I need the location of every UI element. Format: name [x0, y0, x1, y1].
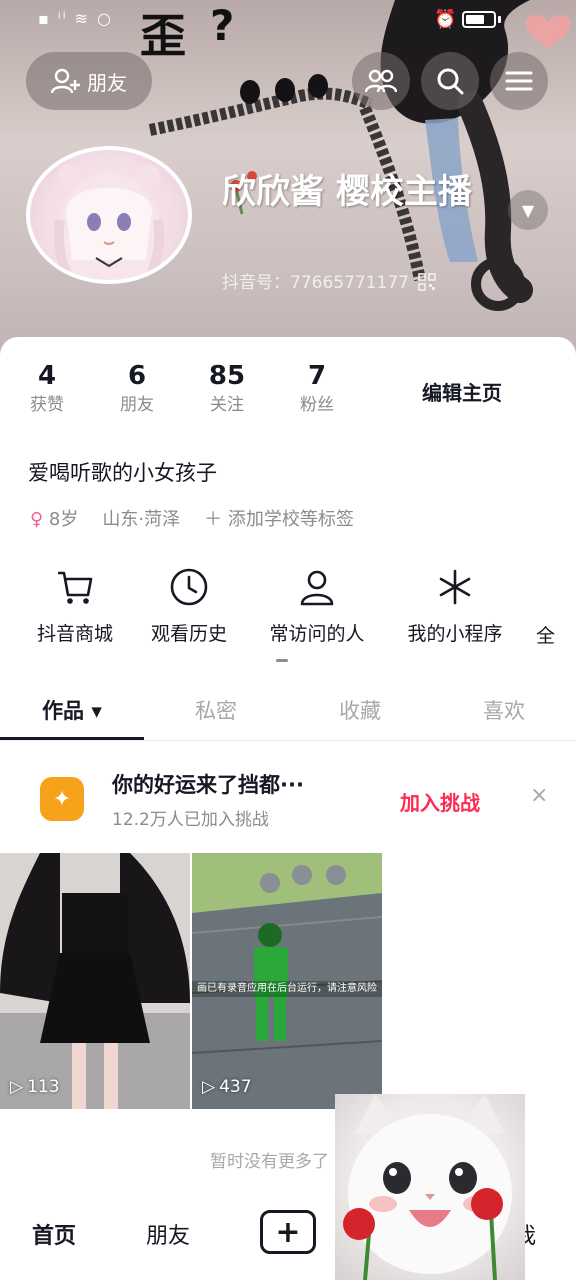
search-button[interactable] — [421, 52, 479, 110]
plus-icon: + — [275, 1214, 301, 1250]
stat-friends-label: 朋友 — [120, 395, 154, 415]
age-text: 8岁 — [48, 509, 79, 530]
play-count-value: 437 — [219, 1077, 252, 1097]
no-more-content-text: 暂时没有更多了 — [210, 1152, 329, 1172]
plus-icon: ＋ — [204, 509, 223, 530]
add-friend-button[interactable]: 朋友 — [26, 52, 152, 110]
douyin-id[interactable]: 抖音号：77665771177 — [222, 268, 437, 293]
tab-works[interactable]: 作品 ▾ — [0, 695, 144, 725]
add-friend-label: 朋友 — [87, 70, 127, 95]
clock-icon — [170, 568, 208, 606]
sparkle-icon — [439, 569, 471, 605]
play-count-value: 113 — [27, 1077, 60, 1097]
tab-favorites[interactable]: 收藏 — [288, 695, 432, 725]
avatar[interactable] — [26, 146, 192, 284]
chevron-down-icon: ▼ — [521, 200, 535, 220]
stat-followers-value: 7 — [307, 361, 327, 391]
gender-age-tag: ♀ 8岁 — [30, 505, 78, 531]
people-icon — [365, 69, 397, 93]
battery-level — [466, 15, 484, 24]
services-row: 抖音商城 观看历史 常访问的人 我的小程序 全 — [0, 567, 576, 667]
qr-code-icon[interactable] — [418, 273, 437, 291]
profile-tags: ♀ 8岁 山东·菏泽 ＋ 添加学校等标签 — [30, 505, 354, 531]
service-mall-label: 抖音商城 — [36, 623, 113, 645]
challenge-banner[interactable]: ✦ 你的好运来了挡都··· 12.2万人已加入挑战 加入挑战 × — [0, 753, 576, 843]
video-overlay-text: 画已有录音应用在后台运行，请注意风险 — [192, 981, 382, 997]
video-play-count: ▷ 437 — [202, 1077, 252, 1097]
add-school-label: 添加学校等标签 — [227, 509, 354, 530]
service-more-partial[interactable]: 全 — [536, 621, 555, 648]
nav-home[interactable]: 首页 — [32, 1218, 76, 1250]
service-history-label: 观看历史 — [150, 623, 227, 645]
edit-profile-button[interactable]: 编辑主页 — [402, 377, 522, 406]
service-frequent-visitors[interactable]: 常访问的人 — [256, 567, 378, 646]
tabs-divider — [0, 740, 576, 741]
services-scroll-indicator — [276, 659, 288, 662]
floating-cat-sticker[interactable] — [335, 1094, 525, 1280]
stat-friends-value: 6 — [127, 361, 147, 391]
person-icon — [300, 570, 334, 606]
douyin-id-text: 抖音号：77665771177 — [222, 273, 409, 293]
join-challenge-button[interactable]: 加入挑战 — [400, 787, 480, 816]
service-mall[interactable]: 抖音商城 — [14, 567, 136, 646]
cart-icon — [58, 571, 93, 604]
play-icon: ▷ — [10, 1077, 24, 1097]
female-icon: ♀ — [30, 509, 44, 530]
stat-followers-label: 粉丝 — [300, 395, 334, 415]
create-post-button[interactable]: + — [260, 1210, 316, 1254]
video-play-count: ▷ 113 — [10, 1077, 60, 1097]
profile-nickname: 欣欣酱 樱校主播 — [222, 172, 472, 212]
location-tag: 山东·菏泽 — [102, 509, 181, 530]
hamburger-menu-icon — [505, 71, 533, 91]
cat-with-roses-image — [343, 1094, 512, 1280]
content-tabs: 作品 ▾ 私密 收藏 喜欢 — [0, 681, 576, 741]
status-indicators: ▪ ⁱˡ ≋ ○ — [38, 9, 113, 28]
stat-following[interactable]: 85 关注 — [192, 359, 262, 417]
service-history[interactable]: 观看历史 — [128, 567, 250, 646]
service-mini-programs-label: 我的小程序 — [407, 623, 503, 645]
visitors-button[interactable] — [352, 52, 410, 110]
stat-friends[interactable]: 6 朋友 — [102, 359, 172, 417]
anime-girl-avatar-image — [54, 164, 164, 280]
profile-bio: 爱喝听歌的小女孩子 — [28, 461, 217, 485]
play-icon: ▷ — [202, 1077, 216, 1097]
tab-private[interactable]: 私密 — [144, 695, 288, 725]
add-person-icon — [51, 68, 80, 94]
stat-likes-label: 获赞 — [30, 395, 64, 415]
video-1-thumbnail-image — [0, 853, 190, 1109]
expand-profile-button[interactable]: ▼ — [508, 190, 548, 230]
menu-button[interactable] — [490, 52, 548, 110]
battery-tip — [498, 16, 501, 23]
tab-likes[interactable]: 喜欢 — [432, 695, 576, 725]
battery-icon — [462, 11, 496, 28]
close-icon[interactable]: × — [530, 783, 548, 808]
video-thumbnail[interactable]: ▷ 113 — [0, 853, 190, 1109]
service-mini-programs[interactable]: 我的小程序 — [394, 567, 516, 646]
search-icon — [437, 68, 464, 95]
challenge-subtitle: 12.2万人已加入挑战 — [112, 810, 269, 830]
profile-banner: 歪 ? ▪ ⁱˡ ≋ ○ ⏰ 朋友 欣欣酱 樱校主播 抖音号：776657711… — [0, 0, 576, 360]
status-bar: ▪ ⁱˡ ≋ ○ ⏰ — [0, 0, 576, 40]
video-thumbnail[interactable]: 画已有录音应用在后台运行，请注意风险 ▷ 437 — [192, 853, 382, 1109]
add-school-tag[interactable]: ＋ 添加学校等标签 — [204, 505, 354, 531]
challenge-title: 你的好运来了挡都··· — [112, 773, 304, 797]
stat-followers[interactable]: 7 粉丝 — [282, 359, 352, 417]
stat-following-value: 85 — [208, 361, 246, 391]
stat-following-label: 关注 — [210, 395, 244, 415]
alarm-clock-icon: ⏰ — [434, 9, 457, 30]
challenge-star-icon: ✦ — [40, 777, 84, 821]
service-frequent-visitors-label: 常访问的人 — [269, 623, 365, 645]
tab-works-label: 作品 — [42, 699, 85, 723]
stat-likes[interactable]: 4 获赞 — [12, 359, 82, 417]
stat-likes-value: 4 — [37, 361, 57, 391]
nav-friends[interactable]: 朋友 — [146, 1218, 190, 1250]
caret-down-icon: ▾ — [91, 699, 102, 723]
